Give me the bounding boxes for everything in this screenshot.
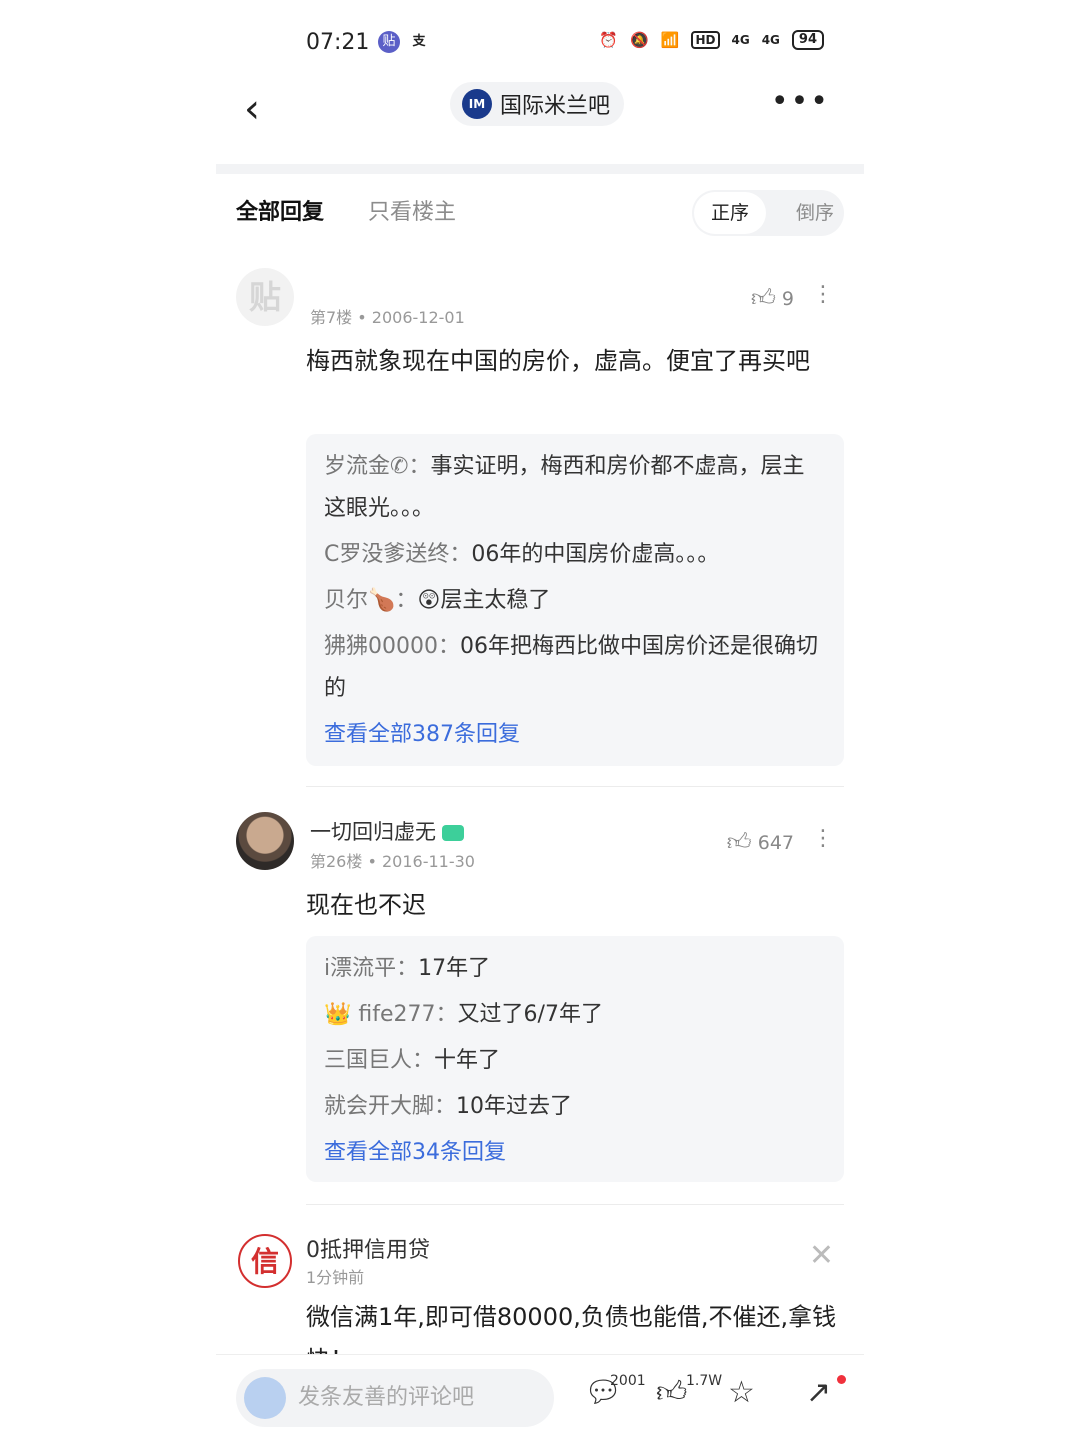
- section-divider: [216, 164, 864, 174]
- signal-icon-2: 4G: [761, 33, 780, 47]
- like-count: 1.7W: [686, 1373, 723, 1389]
- post-content: 现在也不迟: [306, 891, 426, 919]
- like-count: 647: [757, 831, 794, 854]
- sort-desc-button[interactable]: 倒序: [796, 190, 834, 236]
- post-divider: [306, 786, 844, 787]
- view-all-replies-link[interactable]: 查看全部34条回复: [324, 1130, 826, 1174]
- like-button[interactable]: 👍︎ 647: [727, 828, 794, 857]
- status-time: 07:21: [306, 30, 370, 55]
- sub-reply[interactable]: 贝尔🍗：😲层主太稳了: [324, 578, 826, 624]
- sort-toggle: 正序 倒序: [692, 190, 844, 236]
- tab-owner-only[interactable]: 只看楼主: [368, 194, 456, 226]
- floor-date: 第7楼 • 2006-12-01: [310, 308, 465, 327]
- like-button[interactable]: 👍︎ 9: [751, 284, 794, 313]
- notification-dot: [837, 1375, 846, 1384]
- user-avatar: [244, 1377, 286, 1419]
- floor-date: 第26楼 • 2016-11-30: [310, 852, 475, 871]
- ad-content: 微信满1年,即可借80000,负债也能借,不催还,拿钱快！: [306, 1303, 837, 1354]
- close-icon[interactable]: ✕: [809, 1238, 834, 1273]
- avatar[interactable]: 贴: [236, 268, 294, 326]
- level-badge-icon: [442, 825, 464, 841]
- view-all-replies-link[interactable]: 查看全部387条回复: [324, 712, 826, 756]
- sub-reply[interactable]: i漂流平：17年了: [324, 946, 826, 992]
- tab-all-replies[interactable]: 全部回复: [236, 194, 324, 226]
- tieba-app-icon: 贴: [378, 31, 400, 53]
- sub-reply[interactable]: 就会开大脚：10年过去了: [324, 1084, 826, 1130]
- wifi-icon: 📶: [660, 31, 680, 49]
- status-right: ⏰ 🔕 📶 HD 4G 4G 94: [599, 30, 824, 50]
- post-divider: [306, 1204, 844, 1205]
- forum-name: 国际米兰吧: [500, 94, 611, 119]
- sort-asc-button[interactable]: 正序: [694, 192, 766, 234]
- share-icon[interactable]: ↗: [806, 1375, 831, 1410]
- mute-icon: 🔕: [630, 31, 649, 49]
- sub-reply[interactable]: 三国巨人：十年了: [324, 1038, 826, 1084]
- alipay-app-icon: 支: [408, 31, 430, 53]
- reply-tabs: 全部回复 只看楼主 正序 倒序: [216, 190, 864, 240]
- post-menu-icon[interactable]: ⋮: [812, 282, 834, 307]
- sub-reply[interactable]: 岁流金✆：事实证明，梅西和房价都不虚高，层主这眼光。。。: [324, 444, 826, 532]
- sub-reply[interactable]: 狒狒00000：06年把梅西比做中国房价还是很确切的: [324, 624, 826, 712]
- status-bar: 07:21 贴 支 ⏰ 🔕 📶 HD 4G 4G 94: [216, 0, 864, 86]
- comment-placeholder: 发条友善的评论吧: [298, 1385, 475, 1410]
- hd-icon: HD: [691, 31, 720, 49]
- signal-icon-1: 4G: [731, 33, 750, 47]
- ad-logo: 信: [238, 1234, 292, 1288]
- comment-input[interactable]: 发条友善的评论吧: [236, 1369, 554, 1427]
- comment-count: 2001: [610, 1373, 646, 1389]
- ad-post[interactable]: 信 0抵押信用贷 1分钟前 ✕ 微信满1年,即可借80000,负债也能借,不催还…: [216, 1230, 864, 1354]
- more-options-icon[interactable]: •••: [771, 84, 830, 119]
- alarm-icon: ⏰: [599, 31, 619, 49]
- sub-reply[interactable]: C罗没爹送终：06年的中国房价虚高。。。: [324, 532, 826, 578]
- username[interactable]: 一切回归虚无: [310, 816, 464, 846]
- bottom-bar: 发条友善的评论吧 💬︎ 2001 👍︎ 1.7W ☆ ↗: [216, 1354, 864, 1441]
- back-arrow-icon[interactable]: ‹: [244, 86, 260, 132]
- like-count: 9: [781, 287, 794, 310]
- post-menu-icon[interactable]: ⋮: [812, 826, 834, 851]
- thumb-up-icon[interactable]: 👍︎: [656, 1375, 687, 1411]
- star-icon[interactable]: ☆: [728, 1375, 755, 1410]
- ad-title: 0抵押信用贷: [306, 1238, 430, 1263]
- inter-logo-icon: IM: [462, 89, 492, 119]
- ad-time: 1分钟前: [306, 1268, 365, 1287]
- battery-icon: 94: [791, 30, 824, 50]
- forum-pill[interactable]: IM 国际米兰吧: [450, 82, 625, 126]
- thumb-up-icon: 👍︎: [750, 284, 776, 312]
- sub-replies[interactable]: 岁流金✆：事实证明，梅西和房价都不虚高，层主这眼光。。。 C罗没爹送终：06年的…: [306, 434, 844, 766]
- sub-replies[interactable]: i漂流平：17年了 👑 fife277：又过了6/7年了 三国巨人：十年了 就会…: [306, 936, 844, 1182]
- post-content: 梅西就象现在中国的房价，虚高。便宜了再买吧: [306, 347, 810, 375]
- nav-bar: ‹ IM 国际米兰吧 •••: [216, 80, 864, 142]
- avatar[interactable]: [236, 812, 294, 870]
- sub-reply[interactable]: 👑 fife277：又过了6/7年了: [324, 992, 826, 1038]
- thumb-up-icon: 👍︎: [726, 828, 752, 856]
- phone-screen: 07:21 贴 支 ⏰ 🔕 📶 HD 4G 4G 94 ‹ IM 国际米兰吧 •…: [216, 0, 864, 1441]
